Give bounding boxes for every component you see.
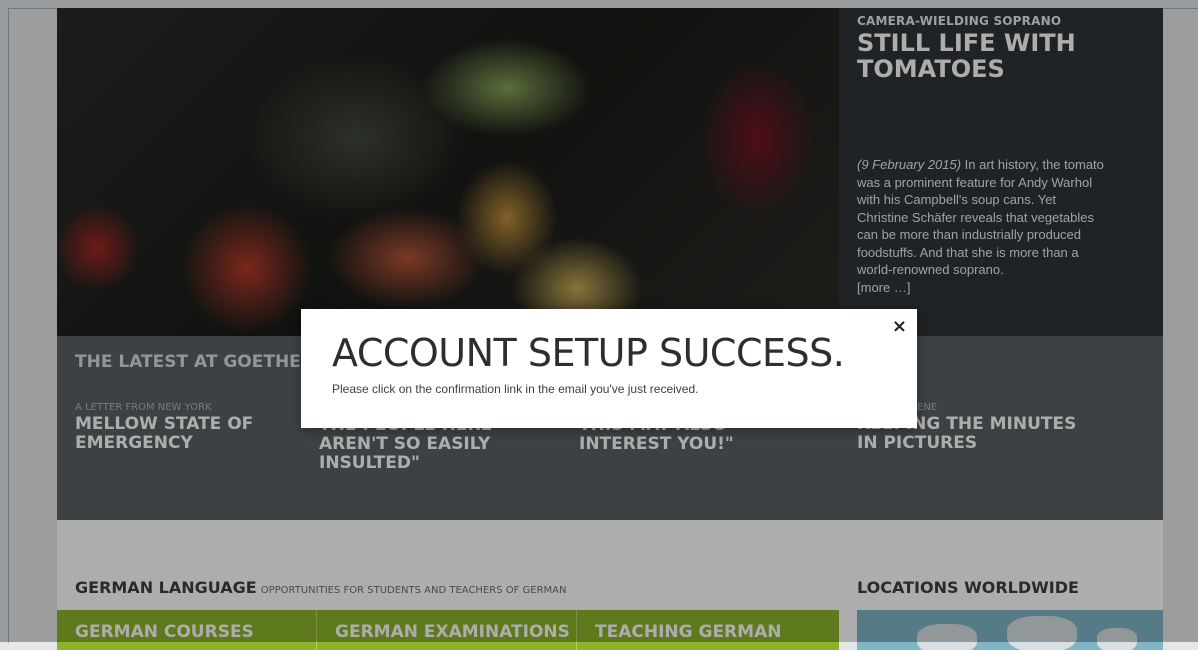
dialog-title: ACCOUNT SETUP SUCCESS.: [332, 331, 845, 375]
close-icon[interactable]: ×: [892, 317, 907, 337]
account-setup-success-dialog: × ACCOUNT SETUP SUCCESS. Please click on…: [301, 309, 917, 428]
dialog-message: Please click on the confirmation link in…: [332, 382, 699, 396]
